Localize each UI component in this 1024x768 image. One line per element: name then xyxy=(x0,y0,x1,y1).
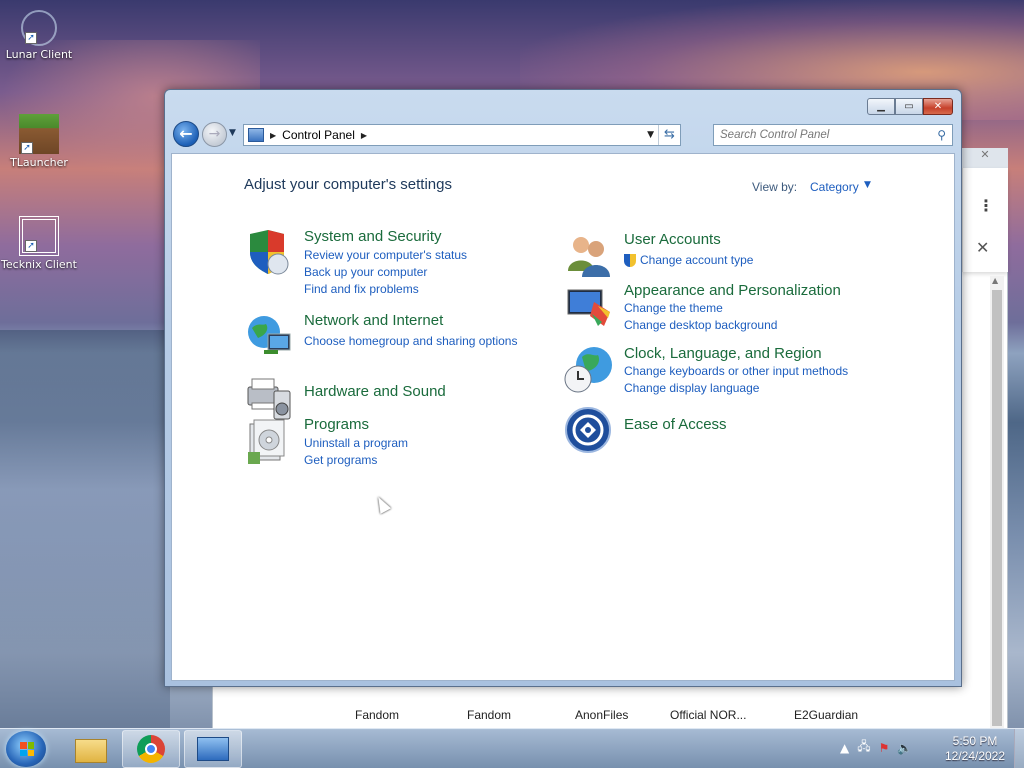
bookmark-link[interactable]: AnonFiles xyxy=(575,708,628,722)
control-panel-content: Adjust your computer's settings View by:… xyxy=(171,153,955,681)
breadcrumb-arrow-icon[interactable]: ▶ xyxy=(270,131,276,140)
taskbar-control-panel-button[interactable] xyxy=(184,730,242,768)
bookmark-link[interactable]: Official NOR... xyxy=(670,708,746,722)
chrome-icon xyxy=(137,735,165,763)
bookmark-link[interactable]: Fandom xyxy=(355,708,399,722)
minecraft-grass-block-icon: ➚ xyxy=(19,114,59,154)
refresh-icon: ⇆ xyxy=(664,127,675,142)
category-title[interactable]: System and Security xyxy=(304,228,442,245)
minimize-icon: ▁ xyxy=(877,101,885,112)
category-link[interactable]: Uninstall a program xyxy=(304,436,408,450)
breadcrumb-arrow-icon[interactable]: ▶ xyxy=(361,131,367,140)
caption-buttons: ▁ ▭ ✕ xyxy=(867,98,953,115)
scroll-up-arrow-icon[interactable]: ▲ xyxy=(992,276,998,285)
taskbar-chrome-button[interactable] xyxy=(122,730,180,768)
category-link[interactable]: Change keyboards or other input methods xyxy=(624,364,848,378)
maximize-button[interactable]: ▭ xyxy=(895,98,923,115)
search-icon[interactable]: ⚲ xyxy=(937,128,946,142)
category-title[interactable]: Network and Internet xyxy=(304,312,443,329)
desktop-icon-tecknix-client[interactable]: ➚ Tecknix Client xyxy=(0,216,78,271)
recent-pages-dropdown-icon[interactable]: ▼ xyxy=(229,128,236,138)
network-icon[interactable]: 🖧 xyxy=(857,737,870,758)
desktop-icon-label: TLauncher xyxy=(10,156,68,169)
bookmark-link[interactable]: Fandom xyxy=(467,708,511,722)
control-panel-window: ▁ ▭ ✕ ← → ▼ ▶ Control Panel ▶ ▼ ⇆ Search… xyxy=(164,89,962,687)
shield-icon[interactable] xyxy=(244,228,294,278)
category-title[interactable]: Clock, Language, and Region xyxy=(624,345,822,362)
ease-of-access-icon[interactable] xyxy=(564,406,614,456)
shortcut-arrow-icon: ➚ xyxy=(25,240,37,252)
tecknix-knot-icon: ➚ xyxy=(19,216,59,256)
windows-logo-icon xyxy=(20,742,34,756)
system-tray: ▲ 🖧 ⚑ 🔈 xyxy=(840,737,912,758)
lunar-client-icon: ➚ xyxy=(21,10,57,46)
category-title[interactable]: Ease of Access xyxy=(624,416,727,433)
maximize-icon: ▭ xyxy=(904,101,914,112)
panel-close-icon[interactable]: ✕ xyxy=(976,238,989,257)
address-dropdown-icon[interactable]: ▼ xyxy=(647,130,654,140)
view-by-label: View by: xyxy=(752,180,798,194)
desktop-icon-tlauncher[interactable]: ➚ TLauncher xyxy=(0,114,78,169)
monitor-paint-icon[interactable] xyxy=(564,282,614,332)
category-link[interactable]: Find and fix problems xyxy=(304,282,419,296)
programs-box-icon[interactable] xyxy=(244,416,294,466)
network-globe-icon[interactable] xyxy=(244,312,294,362)
forward-arrow-icon: → xyxy=(208,126,221,142)
volume-icon[interactable]: 🔈 xyxy=(897,741,912,755)
desktop-icon-label: Lunar Client xyxy=(5,48,73,61)
category-link[interactable]: Review your computer's status xyxy=(304,248,467,262)
users-icon[interactable] xyxy=(564,231,614,281)
back-arrow-icon: ← xyxy=(179,124,193,143)
view-by-dropdown[interactable]: Category xyxy=(810,180,859,194)
forward-button[interactable]: → xyxy=(202,122,227,147)
bookmark-link[interactable]: E2Guardian xyxy=(794,708,858,722)
chevron-down-icon[interactable]: ▼ xyxy=(864,180,871,190)
wallpaper-sea xyxy=(0,330,170,730)
taskbar: ▲ 🖧 ⚑ 🔈 5:50 PM 12/24/2022 xyxy=(0,728,1024,768)
address-bar[interactable]: ▶ Control Panel ▶ ▼ ⇆ xyxy=(243,124,681,146)
browser-tab-close-icon[interactable]: ✕ xyxy=(974,148,996,164)
close-button[interactable]: ✕ xyxy=(923,98,953,115)
refresh-button[interactable]: ⇆ xyxy=(658,125,680,145)
taskbar-clock[interactable]: 5:50 PM 12/24/2022 xyxy=(940,734,1010,764)
clock-time: 5:50 PM xyxy=(952,734,998,748)
page-title: Adjust your computer's settings xyxy=(244,176,452,193)
category-link[interactable]: Get programs xyxy=(304,453,377,467)
show-desktop-button[interactable] xyxy=(1014,729,1024,768)
minimize-button[interactable]: ▁ xyxy=(867,98,895,115)
control-panel-icon xyxy=(197,737,229,761)
search-input[interactable]: Search Control Panel ⚲ xyxy=(713,124,953,146)
category-title[interactable]: Appearance and Personalization xyxy=(624,282,841,299)
category-title[interactable]: User Accounts xyxy=(624,231,721,248)
back-button[interactable]: ← xyxy=(173,121,199,147)
browser-scroll-thumb[interactable] xyxy=(992,290,1002,726)
category-title[interactable]: Hardware and Sound xyxy=(304,383,446,400)
taskbar-file-explorer-button[interactable] xyxy=(62,730,120,768)
start-button[interactable] xyxy=(6,731,46,767)
category-link[interactable]: Choose homegroup and sharing options xyxy=(304,334,517,348)
shortcut-arrow-icon: ➚ xyxy=(21,142,33,154)
control-panel-icon xyxy=(248,128,264,142)
uac-shield-icon xyxy=(624,254,636,267)
search-placeholder: Search Control Panel xyxy=(720,129,830,141)
category-link[interactable]: Change display language xyxy=(624,381,759,395)
desktop-icon-label: Tecknix Client xyxy=(1,258,77,271)
category-link[interactable]: Change account type xyxy=(640,253,753,267)
category-link[interactable]: Change the theme xyxy=(624,301,723,315)
desktop-icon-lunar-client[interactable]: ➚ Lunar Client xyxy=(0,10,78,61)
file-explorer-icon xyxy=(75,739,107,763)
clock-date: 12/24/2022 xyxy=(944,749,1006,763)
kebab-menu-icon[interactable]: ⋮ xyxy=(978,196,994,215)
globe-clock-icon[interactable] xyxy=(564,345,614,395)
close-icon: ✕ xyxy=(933,101,943,112)
action-center-flag-icon[interactable]: ⚑ xyxy=(879,741,890,755)
show-hidden-icons-icon[interactable]: ▲ xyxy=(840,741,849,755)
breadcrumb-control-panel[interactable]: Control Panel xyxy=(282,128,355,142)
category-link[interactable]: Change desktop background xyxy=(624,318,777,332)
category-link[interactable]: Back up your computer xyxy=(304,265,427,279)
category-title[interactable]: Programs xyxy=(304,416,369,433)
shortcut-arrow-icon: ➚ xyxy=(25,32,37,44)
